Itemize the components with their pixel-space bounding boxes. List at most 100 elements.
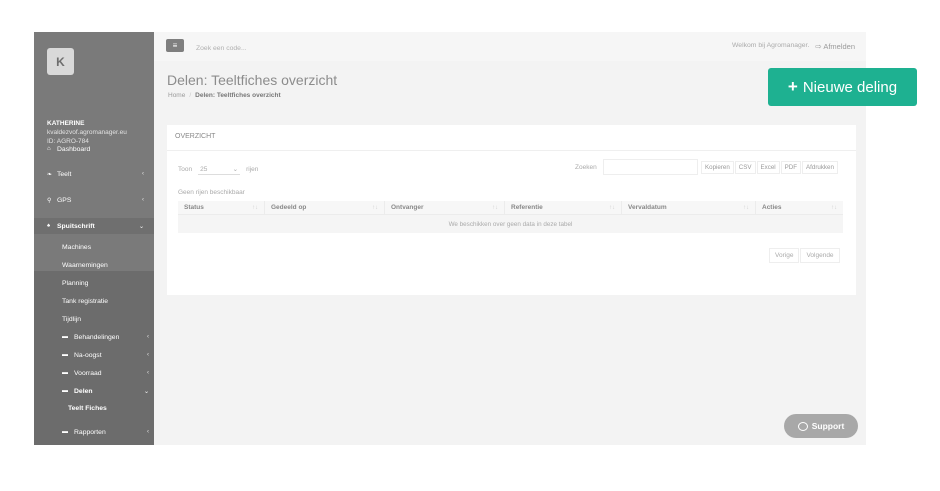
submenu-item-rapporten[interactable]: ▬ Rapporten ‹ bbox=[62, 425, 154, 439]
rows-length-control: Toon 25 ⌄ rijen bbox=[178, 164, 258, 175]
chat-bubble-icon bbox=[797, 421, 808, 431]
copy-button[interactable]: Kopieren bbox=[701, 161, 734, 174]
chevron-down-icon: ⌄ bbox=[232, 166, 239, 173]
top-bar: ≡ Welkom bij Agromanager. ⇨ Afmelden bbox=[154, 32, 866, 61]
submenu-item-tank-registratie[interactable]: Tank registratie bbox=[62, 294, 154, 308]
submenu-item-machines[interactable]: Machines bbox=[62, 240, 154, 254]
column-label: Gedeeld op bbox=[271, 204, 307, 211]
rows-per-page-value: 25 bbox=[200, 165, 208, 173]
excel-button[interactable]: Excel bbox=[756, 161, 780, 174]
column-header-referentie[interactable]: Referentie ↑↓ bbox=[505, 201, 622, 214]
sidebar-item-label: GPS bbox=[57, 196, 72, 204]
logout-link[interactable]: ⇨ Afmelden bbox=[815, 42, 855, 51]
chevron-left-icon: ‹ bbox=[142, 171, 144, 177]
submenu-label: Waarnemingen bbox=[62, 261, 108, 269]
submenu-item-voorraad[interactable]: ▬ Voorraad ‹ bbox=[62, 366, 154, 380]
chevron-left-icon: ‹ bbox=[147, 334, 149, 340]
column-header-vervaldatum[interactable]: Vervaldatum ↑↓ bbox=[622, 201, 756, 214]
column-label: Vervaldatum bbox=[628, 204, 667, 211]
column-label: Status bbox=[184, 204, 204, 211]
submenu-label: Tijdlijn bbox=[62, 315, 82, 323]
previous-page-button[interactable]: Vorige bbox=[769, 248, 800, 263]
data-table: Status ↑↓ Gedeeld op ↑↓ Ontvanger ↑↓ Refere… bbox=[178, 201, 843, 233]
folder-icon: ▬ bbox=[62, 334, 68, 340]
support-button[interactable]: Support bbox=[784, 414, 858, 438]
breadcrumb-home[interactable]: Home bbox=[168, 92, 185, 99]
folder-icon: ▬ bbox=[62, 370, 68, 376]
column-header-gedeeld-op[interactable]: Gedeeld op ↑↓ bbox=[265, 201, 385, 214]
rows-per-page-select[interactable]: 25 ⌄ bbox=[198, 164, 241, 175]
chevron-left-icon: ‹ bbox=[147, 352, 149, 358]
sprayer-icon: ♠ bbox=[47, 223, 51, 229]
avatar[interactable]: K bbox=[47, 48, 74, 75]
overview-panel: OVERZICHT Toon 25 ⌄ rijen Zoeken Kopiere… bbox=[167, 125, 856, 295]
export-buttons: Kopieren CSV Excel PDF Afdrukken bbox=[701, 161, 838, 174]
hamburger-icon: ≡ bbox=[172, 41, 178, 50]
table-info: Geen rijen beschikbaar bbox=[178, 189, 245, 196]
chevron-left-icon: ‹ bbox=[147, 370, 149, 376]
panel-divider bbox=[167, 150, 856, 151]
search-code-input[interactable] bbox=[196, 42, 356, 54]
pagination: Vorige Volgende bbox=[769, 248, 840, 263]
plus-icon: + bbox=[787, 77, 798, 96]
sort-icon: ↑↓ bbox=[831, 204, 837, 211]
csv-button[interactable]: CSV bbox=[734, 161, 756, 174]
sidebar-item-label: Teelt bbox=[57, 170, 72, 178]
sidebar-item-spuitschrift[interactable]: ♠ Spuitschrift ⌄ bbox=[34, 218, 154, 234]
sidebar-item-teelt[interactable]: ❧ Teelt ‹ bbox=[34, 166, 154, 182]
logout-icon: ⇨ bbox=[815, 42, 822, 51]
submenu-item-na-oogst[interactable]: ▬ Na-oogst ‹ bbox=[62, 348, 154, 362]
leaf-icon: ❧ bbox=[47, 171, 53, 178]
pdf-button[interactable]: PDF bbox=[780, 161, 802, 174]
column-header-ontvanger[interactable]: Ontvanger ↑↓ bbox=[385, 201, 505, 214]
submenu-item-planning[interactable]: Planning bbox=[62, 276, 154, 290]
table-header: Status ↑↓ Gedeeld op ↑↓ Ontvanger ↑↓ Refere… bbox=[178, 201, 843, 215]
sidebar-item-dashboard[interactable]: ⌂ Dashboard bbox=[34, 141, 154, 157]
filter-label: Zoeken bbox=[575, 164, 597, 171]
submenu-label: Planning bbox=[62, 279, 89, 287]
sort-icon: ↑↓ bbox=[252, 204, 258, 211]
chevron-left-icon: ‹ bbox=[142, 197, 144, 203]
rows-suffix-label: rijen bbox=[246, 166, 259, 173]
table-search-input[interactable] bbox=[603, 159, 698, 175]
menu-toggle-button[interactable]: ≡ bbox=[166, 39, 184, 52]
print-button[interactable]: Afdrukken bbox=[802, 161, 838, 174]
user-email: kvaldezvof.agromanager.eu bbox=[47, 129, 127, 136]
welcome-text: Welkom bij Agromanager. bbox=[732, 42, 810, 49]
folder-icon: ▬ bbox=[62, 352, 68, 358]
chevron-left-icon: ‹ bbox=[147, 429, 149, 435]
submenu-item-behandelingen[interactable]: ▬ Behandelingen ‹ bbox=[62, 330, 154, 344]
submenu-label: Na-oogst bbox=[74, 351, 102, 359]
submenu-label: Machines bbox=[62, 243, 92, 251]
submenu-item-delen[interactable]: ▬ Delen ⌄ bbox=[62, 384, 154, 398]
column-label: Referentie bbox=[511, 204, 543, 211]
dashboard-icon: ⌂ bbox=[47, 146, 51, 152]
breadcrumb: Home / Delen: Teeltfiches overzicht bbox=[168, 92, 281, 99]
breadcrumb-separator: / bbox=[189, 92, 192, 99]
chevron-down-icon: ⌄ bbox=[143, 388, 149, 395]
support-label: Support bbox=[811, 421, 845, 431]
submenu-item-teelt-fiches[interactable]: Teelt Fiches bbox=[68, 405, 107, 412]
folder-open-icon: ▬ bbox=[62, 388, 68, 394]
submenu-label: Behandelingen bbox=[74, 333, 120, 341]
logout-label: Afmelden bbox=[823, 42, 855, 51]
next-page-button[interactable]: Volgende bbox=[800, 248, 840, 263]
new-share-button[interactable]: + Nieuwe deling bbox=[768, 68, 917, 106]
rows-show-label: Toon bbox=[178, 166, 193, 173]
column-header-acties[interactable]: Acties ↑↓ bbox=[756, 201, 843, 214]
submenu-label: Rapporten bbox=[74, 428, 106, 436]
sidebar-item-gps[interactable]: ⚲ GPS ‹ bbox=[34, 192, 154, 208]
submenu-label: Voorraad bbox=[74, 369, 102, 377]
submenu-item-tijdlijn[interactable]: Tijdlijn bbox=[62, 312, 154, 326]
submenu-label: Delen bbox=[74, 387, 93, 395]
sidebar: K KATHERINE kvaldezvof.agromanager.eu ID… bbox=[34, 32, 154, 445]
main-content: ≡ Welkom bij Agromanager. ⇨ Afmelden Del… bbox=[154, 32, 866, 445]
submenu-item-waarnemingen[interactable]: Waarnemingen bbox=[62, 258, 154, 272]
folder-icon: ▬ bbox=[62, 429, 68, 435]
breadcrumb-current: Delen: Teeltfiches overzicht bbox=[195, 92, 281, 99]
column-label: Ontvanger bbox=[391, 204, 424, 211]
panel-title: OVERZICHT bbox=[175, 133, 216, 140]
column-header-status[interactable]: Status ↑↓ bbox=[178, 201, 265, 214]
chevron-down-icon: ⌄ bbox=[138, 223, 144, 230]
page-title: Delen: Teeltfiches overzicht bbox=[167, 72, 338, 88]
